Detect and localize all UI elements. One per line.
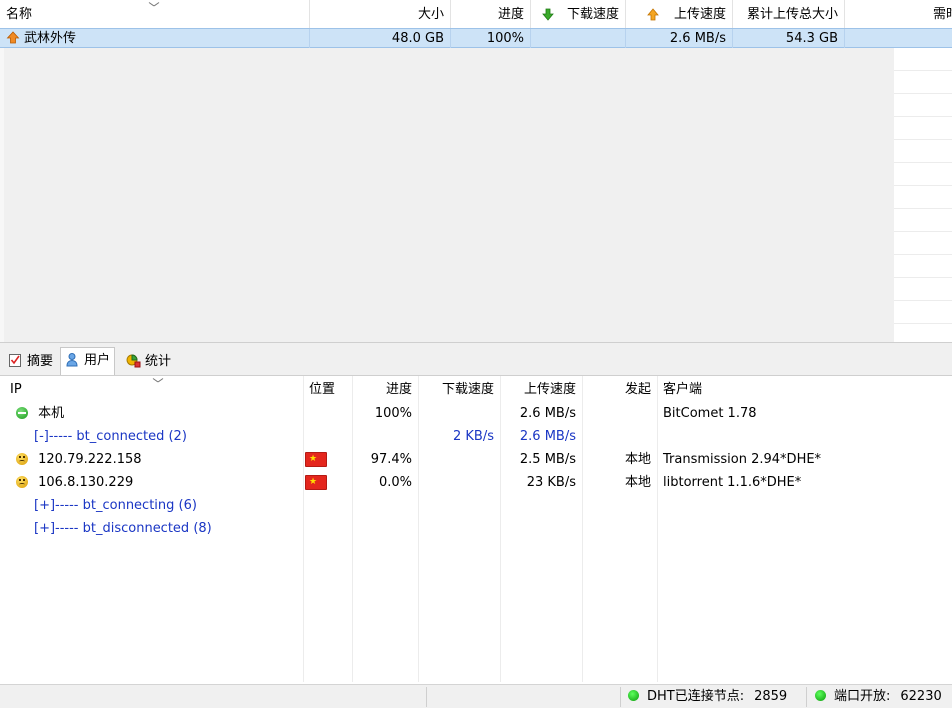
- checklist-icon: [9, 354, 21, 367]
- china-flag-icon: ★: [305, 475, 327, 490]
- dht-status: DHT已连接节点: 2859: [628, 685, 787, 708]
- empty-list-area: [4, 48, 894, 342]
- port-ok-icon: [815, 690, 826, 701]
- torrent-progress-cell: 100%: [451, 29, 531, 48]
- torrent-download-speed-cell: [531, 29, 626, 48]
- column-header-download-speed[interactable]: 下载速度: [531, 0, 626, 28]
- sort-down-icon: [150, 2, 158, 7]
- torrent-eta-cell: [845, 29, 952, 48]
- tab-summary[interactable]: 摘要: [4, 349, 57, 375]
- column-header-name[interactable]: 名称: [0, 0, 310, 28]
- peer-list: IP 位置 进度 下载速度 上传速度 发起 客户端 本机 100% 2.6 MB…: [0, 375, 952, 682]
- column-header-peer-download[interactable]: 下载速度: [418, 376, 500, 402]
- yellow-face-icon: [16, 476, 28, 488]
- green-face-icon: [16, 407, 28, 419]
- peer-row-local[interactable]: 本机 100% 2.6 MB/s BitComet 1.78: [0, 402, 952, 425]
- column-header-peer-progress[interactable]: 进度: [352, 376, 418, 402]
- column-header-upload-speed[interactable]: 上传速度: [626, 0, 733, 28]
- torrent-row[interactable]: 武林外传 48.0 GB 100% 2.6 MB/s 54.3 GB: [0, 28, 952, 48]
- torrent-name-cell: 武林外传: [0, 29, 310, 48]
- peer-row[interactable]: 106.8.130.229 ★ 0.0% 23 KB/s 本地 libtorre…: [0, 471, 952, 494]
- yellow-face-icon: [16, 453, 28, 465]
- column-header-progress[interactable]: 进度: [451, 0, 531, 28]
- detail-tabbar: 摘要 用户 统计: [0, 342, 952, 376]
- column-header-eta[interactable]: 需时: [845, 0, 952, 28]
- seeding-arrow-icon: [6, 31, 20, 44]
- upload-arrow-icon: [647, 8, 659, 21]
- peer-group-disconnected[interactable]: [+]----- bt_disconnected (8): [0, 517, 952, 540]
- peer-list-header: IP 位置 进度 下载速度 上传速度 发起 客户端: [0, 376, 952, 402]
- column-header-initiated[interactable]: 发起: [582, 376, 657, 402]
- peer-row[interactable]: 120.79.222.158 ★ 97.4% 2.5 MB/s 本地 Trans…: [0, 448, 952, 471]
- column-header-client[interactable]: 客户端: [657, 376, 952, 402]
- column-header-ip[interactable]: IP: [4, 376, 303, 402]
- column-header-size[interactable]: 大小: [310, 0, 451, 28]
- stats-icon: [126, 354, 141, 368]
- sort-down-icon: [154, 378, 162, 383]
- torrent-list-header: 名称 大小 进度 下载速度 上传速度 累计上传总大小 需时: [0, 0, 952, 29]
- column-header-location[interactable]: 位置: [303, 376, 352, 402]
- peer-group-connecting[interactable]: [+]----- bt_connecting (6): [0, 494, 952, 517]
- torrent-upload-speed-cell: 2.6 MB/s: [626, 29, 733, 48]
- download-arrow-icon: [542, 8, 554, 21]
- column-header-total-uploaded[interactable]: 累计上传总大小: [733, 0, 845, 28]
- tab-peers[interactable]: 用户: [60, 347, 116, 376]
- torrent-size-cell: 48.0 GB: [310, 29, 451, 48]
- torrent-list-body: [0, 48, 952, 342]
- status-bar: DHT已连接节点: 2859 端口开放: 62230: [0, 684, 952, 708]
- tab-statistics[interactable]: 统计: [122, 349, 175, 375]
- user-icon: [66, 353, 78, 367]
- china-flag-icon: ★: [305, 452, 327, 467]
- port-status: 端口开放: 62230: [815, 685, 942, 708]
- column-header-peer-upload[interactable]: 上传速度: [500, 376, 582, 402]
- dht-ok-icon: [628, 690, 639, 701]
- peer-group-connected[interactable]: [-]----- bt_connected (2) 2 KB/s 2.6 MB/…: [0, 425, 952, 448]
- torrent-total-uploaded-cell: 54.3 GB: [733, 29, 845, 48]
